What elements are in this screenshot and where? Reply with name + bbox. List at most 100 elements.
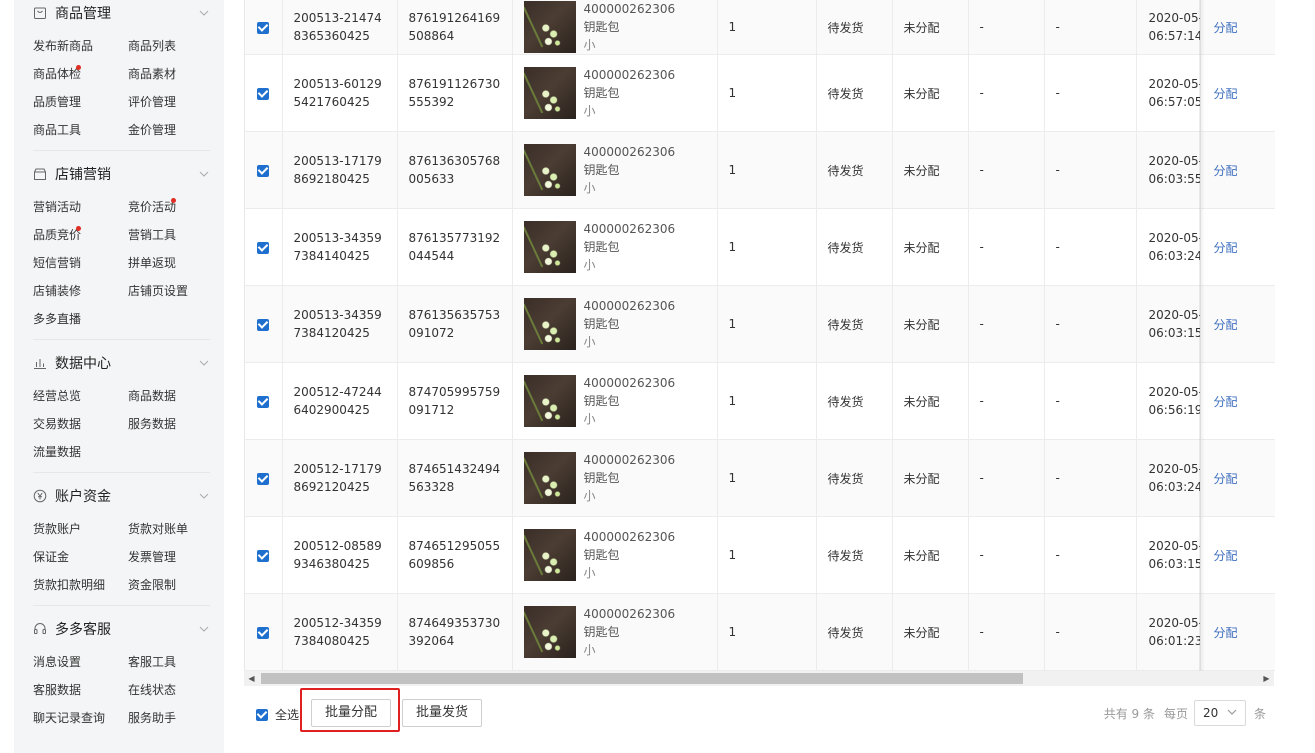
sidebar-section-header[interactable]: 数据中心 <box>33 350 210 376</box>
row-select-cell[interactable] <box>245 362 283 440</box>
row-select-cell[interactable] <box>245 208 283 286</box>
sidebar-item[interactable]: 资金限制 <box>128 571 208 599</box>
row-checkbox[interactable] <box>257 87 270 100</box>
sidebar-section-header[interactable]: 店铺营销 <box>33 161 210 187</box>
quantity-cell: 1 <box>717 593 817 671</box>
row-checkbox[interactable] <box>257 241 270 254</box>
assign-link[interactable]: 分配 <box>1214 241 1238 255</box>
sidebar-item[interactable]: 货款扣款明细 <box>33 571 128 599</box>
sidebar-item[interactable]: 金价管理 <box>128 116 208 144</box>
sidebar-item[interactable]: 服务助手 <box>128 704 208 732</box>
sidebar-section: 多多客服 消息设置 客服工具 客服数据 在线状态 聊天记录查询 服务助手 <box>33 616 210 738</box>
row-select-cell[interactable] <box>245 439 283 517</box>
sidebar-item[interactable]: 店铺装修 <box>33 277 128 305</box>
sidebar-item[interactable]: 营销活动 <box>33 193 128 221</box>
status-cell: 待发货 <box>816 54 893 132</box>
row-checkbox[interactable] <box>257 164 270 177</box>
sidebar-item[interactable]: 流量数据 <box>33 438 128 466</box>
batch-ship-button[interactable]: 批量发货 <box>402 699 483 727</box>
sidebar-item[interactable]: 拼单返现 <box>128 249 208 277</box>
sidebar-section-header[interactable]: 商品管理 <box>33 0 210 26</box>
sidebar-item[interactable]: 客服工具 <box>128 648 208 676</box>
assign-link[interactable]: 分配 <box>1214 164 1238 178</box>
sidebar-item-label: 商品数据 <box>128 389 177 403</box>
sidebar-item[interactable]: 营销工具 <box>128 221 208 249</box>
sidebar-item[interactable]: 短信营销 <box>33 249 128 277</box>
chevron-down-icon[interactable] <box>198 7 210 19</box>
empty-cell: - <box>968 516 1045 594</box>
sidebar-item-label: 货款账户 <box>33 522 82 536</box>
sidebar-item[interactable]: 在线状态 <box>128 676 208 704</box>
row-select-cell[interactable] <box>245 131 283 209</box>
sidebar-item[interactable]: 多多直播 <box>33 305 128 333</box>
sidebar-item-label: 营销活动 <box>33 200 82 214</box>
chevron-down-icon[interactable] <box>198 357 210 369</box>
sidebar-item-label: 短信营销 <box>33 256 82 270</box>
sidebar-item[interactable]: 消息设置 <box>33 648 128 676</box>
product-id: 400000262306 <box>583 299 676 313</box>
row-select-cell[interactable] <box>245 593 283 671</box>
row-checkbox[interactable] <box>257 549 270 562</box>
row-select-cell[interactable] <box>245 516 283 594</box>
placeholder-dash: - <box>1055 163 1060 177</box>
order-number: 200513-601295421760425 <box>293 77 382 109</box>
sidebar-item[interactable]: 商品体检 <box>33 60 128 88</box>
row-checkbox[interactable] <box>257 318 270 331</box>
chevron-down-icon[interactable] <box>198 168 210 180</box>
sidebar-item[interactable]: 商品工具 <box>33 116 128 144</box>
sidebar-item[interactable]: 发布新商品 <box>33 32 128 60</box>
time-cell: 2020-05-106:01:23 <box>1136 593 1201 671</box>
page-size-select[interactable]: 20 <box>1193 700 1246 726</box>
sidebar-item[interactable]: 客服数据 <box>33 676 128 704</box>
sidebar-item[interactable]: 货款账户 <box>33 515 128 543</box>
sidebar-item[interactable]: 评价管理 <box>128 88 208 116</box>
select-all[interactable]: 全选 <box>256 706 299 723</box>
assign-status-cell: 未分配 <box>892 0 969 55</box>
row-select-cell[interactable] <box>245 0 283 55</box>
assign-link[interactable]: 分配 <box>1214 318 1238 332</box>
assign-link[interactable]: 分配 <box>1214 21 1238 35</box>
order-number-cell: 200513-171798692180425 <box>282 131 398 209</box>
sidebar-item[interactable]: 商品素材 <box>128 60 208 88</box>
assign-link[interactable]: 分配 <box>1214 395 1238 409</box>
sidebar-items: 消息设置 客服工具 客服数据 在线状态 聊天记录查询 服务助手 <box>33 648 210 732</box>
scroll-left-icon[interactable]: ◀ <box>244 671 259 686</box>
action-cell: 分配 <box>1200 439 1275 517</box>
batch-assign-button[interactable]: 批量分配 <box>311 699 392 727</box>
row-checkbox[interactable] <box>257 21 270 34</box>
assign-link[interactable]: 分配 <box>1214 549 1238 563</box>
assign-status-cell: 未分配 <box>892 439 969 517</box>
sidebar-item[interactable]: 交易数据 <box>33 410 128 438</box>
sidebar-item[interactable]: 聊天记录查询 <box>33 704 128 732</box>
sidebar-item[interactable]: 保证金 <box>33 543 128 571</box>
chevron-down-icon[interactable] <box>198 623 210 635</box>
sidebar-item[interactable]: 品质管理 <box>33 88 128 116</box>
sidebar-item[interactable]: 商品数据 <box>128 382 208 410</box>
row-checkbox[interactable] <box>257 395 270 408</box>
sidebar-item[interactable]: 品质竞价 <box>33 221 128 249</box>
assign-link[interactable]: 分配 <box>1214 87 1238 101</box>
select-all-checkbox[interactable] <box>256 708 268 721</box>
scrollbar-thumb[interactable] <box>261 673 1023 684</box>
row-checkbox[interactable] <box>257 626 270 639</box>
row-checkbox[interactable] <box>257 472 270 485</box>
assign-link[interactable]: 分配 <box>1214 472 1238 486</box>
sidebar-item[interactable]: 服务数据 <box>128 410 208 438</box>
assign-link[interactable]: 分配 <box>1214 626 1238 640</box>
quantity: 1 <box>728 20 737 34</box>
horizontal-scrollbar[interactable]: ◀ ▶ <box>244 671 1274 686</box>
row-select-cell[interactable] <box>245 54 283 132</box>
chevron-down-icon <box>1227 706 1237 720</box>
sidebar-item[interactable]: 货款对账单 <box>128 515 208 543</box>
sidebar-section-header[interactable]: 多多客服 <box>33 616 210 642</box>
sidebar-item[interactable]: 经营总览 <box>33 382 128 410</box>
sidebar-section-header[interactable]: 账户资金 <box>33 483 210 509</box>
sidebar-item[interactable]: 竞价活动 <box>128 193 208 221</box>
sidebar-item[interactable]: 发票管理 <box>128 543 208 571</box>
placeholder-dash: - <box>979 317 984 331</box>
row-select-cell[interactable] <box>245 285 283 363</box>
chevron-down-icon[interactable] <box>198 490 210 502</box>
sidebar-item[interactable]: 商品列表 <box>128 32 208 60</box>
scroll-right-icon[interactable]: ▶ <box>1259 671 1274 686</box>
sidebar-item[interactable]: 店铺页设置 <box>128 277 208 305</box>
